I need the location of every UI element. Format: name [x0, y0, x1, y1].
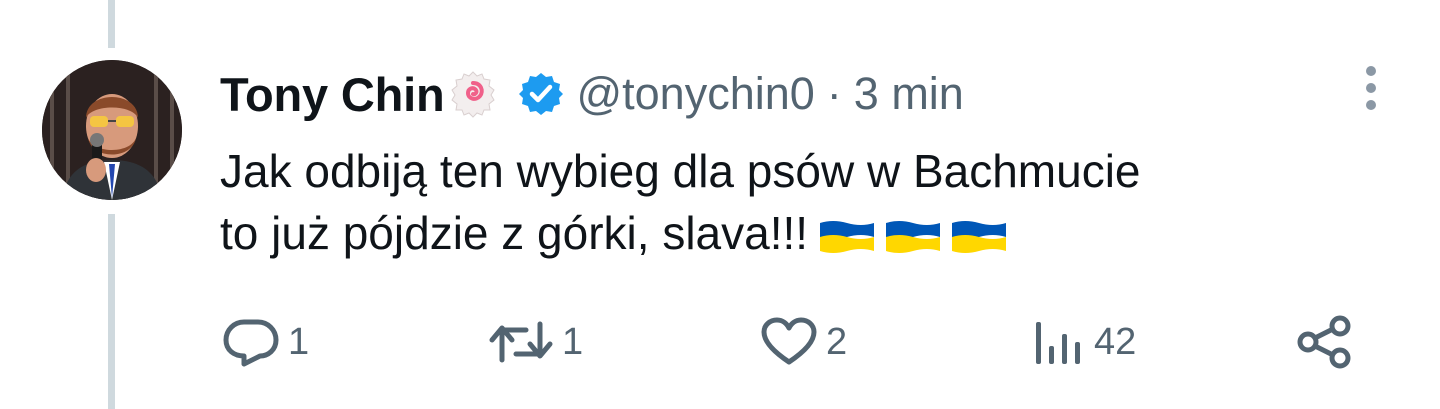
view-count: 42	[1094, 320, 1137, 363]
tweet-text-line-1: Jak odbiją ten wybieg dla psów w Bachmuc…	[220, 145, 1141, 197]
tweet-text-line-2-content: to już pójdzie z górki, slava!!!	[220, 207, 809, 259]
like-count: 2	[826, 320, 848, 363]
retweet-count: 1	[562, 320, 584, 363]
verified-badge-icon	[518, 71, 564, 117]
tweet[interactable]: Tony Chin @tonychin0 · 3 min Jak odbiją …	[0, 0, 1440, 409]
views-chart-icon	[1036, 322, 1080, 364]
thread-line-top	[108, 0, 115, 48]
more-options-button[interactable]	[1356, 60, 1386, 116]
share-button[interactable]	[1294, 312, 1356, 372]
retweet-icon	[489, 321, 553, 363]
reply-count: 1	[288, 320, 310, 363]
tweet-text-line-2: to już pójdzie z górki, slava!!!	[220, 202, 1400, 264]
share-icon	[1297, 315, 1351, 369]
ukraine-flag-icon	[820, 220, 875, 253]
like-button[interactable]: 2	[760, 312, 847, 372]
retweet-button[interactable]: 1	[488, 312, 583, 372]
tweet-header: Tony Chin @tonychin0 · 3 min	[220, 66, 964, 122]
reply-button[interactable]: 1	[222, 312, 309, 372]
ukraine-flag-icon	[886, 220, 941, 253]
ukraine-flags	[818, 217, 1008, 257]
avatar[interactable]	[42, 60, 182, 200]
views-button[interactable]: 42	[1030, 312, 1136, 372]
tweet-actions: 1 1 2 42	[0, 312, 1440, 372]
tweet-text: Jak odbiją ten wybieg dla psów w Bachmuc…	[220, 140, 1400, 264]
handle[interactable]: @tonychin0	[576, 68, 814, 120]
ukraine-flag-icon	[952, 220, 1007, 253]
reply-icon	[223, 319, 279, 367]
display-name[interactable]: Tony Chin	[220, 67, 445, 122]
avatar-image	[42, 60, 182, 200]
more-vertical-icon	[1366, 66, 1376, 110]
like-heart-icon	[761, 317, 817, 365]
separator-dot: ·	[826, 68, 842, 119]
timestamp[interactable]: 3 min	[854, 68, 964, 120]
narutomaki-emoji-icon	[448, 69, 498, 119]
